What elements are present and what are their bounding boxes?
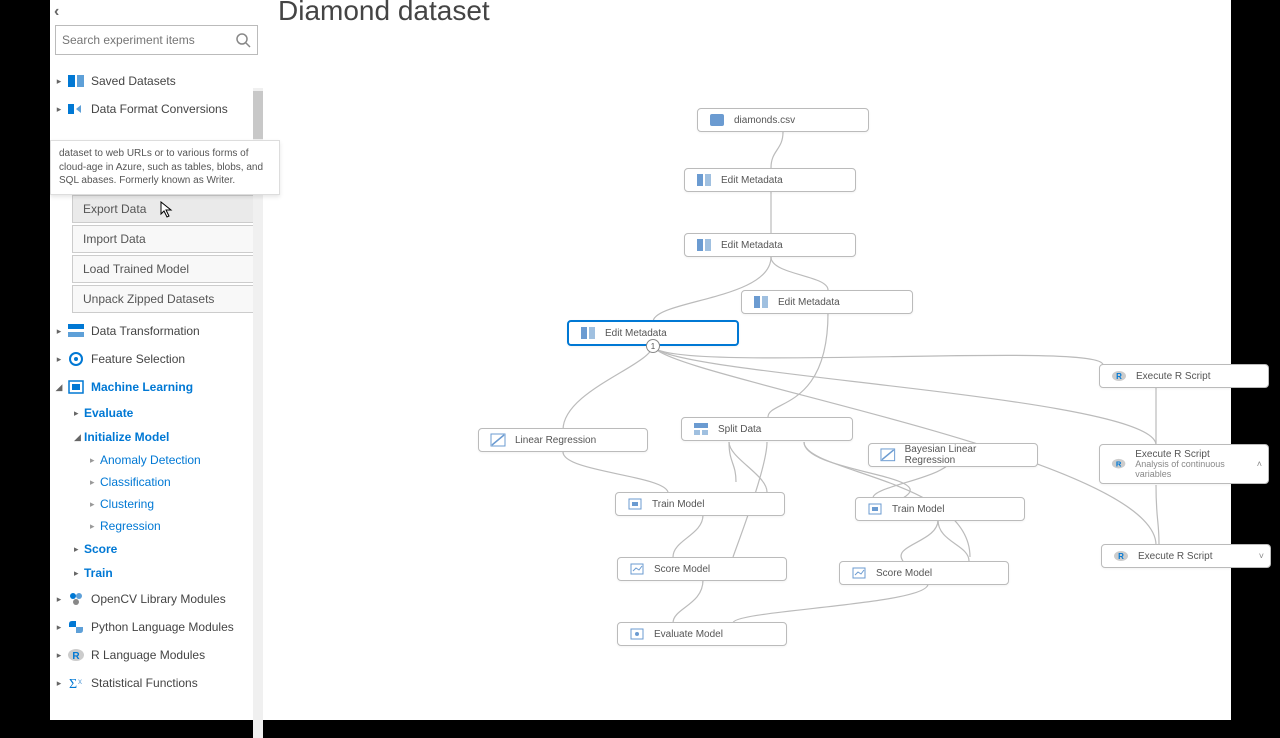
expand-icon: ▸ [54,622,64,633]
svg-text:x: x [78,677,82,686]
dataset-icon [708,112,726,128]
port-badge: 1 [646,339,660,353]
tree-category-statistical[interactable]: ▸ Σx Statistical Functions [50,669,263,697]
node-execute-r-3[interactable]: R Execute R Script ˅ [1101,544,1271,568]
metadata-icon [695,172,713,188]
ml-initialize-model[interactable]: ◢Initialize Model [72,425,263,449]
node-score-model-2[interactable]: Score Model [839,561,1009,585]
scrollbar-thumb[interactable] [253,91,263,139]
regression-icon [489,432,507,448]
ml-score[interactable]: ▸Score [72,537,263,561]
expand-icon: ▸ [74,544,84,555]
metadata-icon [752,294,770,310]
r-icon: R [66,646,86,664]
ml-classification[interactable]: ▸Classification [88,471,263,493]
node-execute-r-2[interactable]: R Execute R ScriptAnalysis of continuous… [1099,444,1269,484]
expand-icon: ▸ [54,104,64,115]
tooltip: dataset to web URLs or to various forms … [50,140,280,195]
python-icon [66,618,86,636]
module-load-trained-model[interactable]: Load Trained Model⋮ [72,255,263,283]
page-title: Diamond dataset [278,0,490,27]
stats-icon: Σx [66,674,86,692]
node-edit-metadata-2[interactable]: Edit Metadata [684,233,856,257]
ml-regression[interactable]: ▸Regression [88,515,263,537]
node-execute-r-1[interactable]: R Execute R Script [1099,364,1269,388]
expand-icon: ▸ [74,408,84,419]
r-script-icon: R [1112,548,1130,564]
search-input[interactable] [62,33,235,47]
score-icon [850,565,868,581]
svg-text:R: R [72,651,80,662]
module-export-data[interactable]: Export Data⋮ [72,195,263,223]
tree-category-data-format[interactable]: ▸ Data Format Conversions [50,95,263,123]
node-linear-regression[interactable]: Linear Regression [478,428,648,452]
node-bayesian-regression[interactable]: Bayesian Linear Regression [868,443,1038,467]
sidebar: ▸ Saved Datasets ▸ Data Format Conversio… [50,25,263,720]
convert-icon [66,100,86,118]
ml-clustering[interactable]: ▸Clustering [88,493,263,515]
tree-category-python[interactable]: ▸ Python Language Modules [50,613,263,641]
svg-text:R: R [1116,460,1122,469]
evaluate-icon [628,626,646,642]
node-split-data[interactable]: Split Data [681,417,853,441]
tree-category-r[interactable]: ▸ R R Language Modules [50,641,263,669]
expand-icon: ▸ [54,326,64,337]
node-score-model-1[interactable]: Score Model [617,557,787,581]
expand-icon: ▸ [90,477,100,488]
ml-anomaly[interactable]: ▸Anomaly Detection [88,449,263,471]
node-diamonds-csv[interactable]: diamonds.csv [697,108,869,132]
node-edit-metadata-3[interactable]: Edit Metadata [741,290,913,314]
ml-train[interactable]: ▸Train [72,561,263,585]
search-box[interactable] [55,25,258,55]
expand-icon: ▸ [54,650,64,661]
node-train-model-1[interactable]: Train Model [615,492,785,516]
opencv-icon [66,590,86,608]
score-icon [628,561,646,577]
svg-text:R: R [1118,552,1124,561]
r-script-icon: R [1110,368,1128,384]
tree-category-saved-datasets[interactable]: ▸ Saved Datasets [50,67,263,95]
collapse-icon: ◢ [74,432,84,443]
feature-icon [66,350,86,368]
node-edit-metadata-1[interactable]: Edit Metadata [684,168,856,192]
search-icon[interactable] [235,32,251,48]
expand-icon: ▸ [54,76,64,87]
tree-category-feature-selection[interactable]: ▸ Feature Selection [50,345,263,373]
ml-evaluate[interactable]: ▸Evaluate [72,401,263,425]
train-icon [626,496,644,512]
expand-icon: ▸ [54,678,64,689]
chevron-down-icon[interactable]: ˅ [1259,551,1264,561]
collapse-icon: ◢ [54,382,64,393]
train-icon [866,501,884,517]
module-import-data[interactable]: Import Data⋮ [72,225,263,253]
svg-text:Σ: Σ [69,677,77,692]
module-tree: ▸ Saved Datasets ▸ Data Format Conversio… [50,67,263,697]
r-script-icon: R [1110,456,1127,472]
node-evaluate-model[interactable]: Evaluate Model [617,622,787,646]
split-icon [692,421,710,437]
dataset-icon [66,72,86,90]
experiment-canvas[interactable]: Diamond dataset [263,0,1231,720]
tree-category-data-transformation[interactable]: ▸ Data Transformation [50,317,263,345]
module-unpack-zipped[interactable]: Unpack Zipped Datasets⋮ [72,285,263,313]
io-subitems: Export Data⋮ Import Data⋮ Load Trained M… [72,195,263,313]
metadata-icon [695,237,713,253]
expand-icon: ▸ [54,594,64,605]
expand-icon: ▸ [90,455,100,466]
tree-category-machine-learning[interactable]: ◢ Machine Learning [50,373,263,401]
expand-icon: ▸ [54,354,64,365]
tree-category-opencv[interactable]: ▸ OpenCV Library Modules [50,585,263,613]
expand-icon: ▸ [90,499,100,510]
regression-icon [879,447,897,463]
node-train-model-2[interactable]: Train Model [855,497,1025,521]
node-edit-metadata-4[interactable]: Edit Metadata 1 [567,320,739,346]
metadata-icon [579,325,597,341]
ml-icon [66,378,86,396]
expand-icon: ▸ [74,568,84,579]
back-button[interactable]: ‹ [54,3,59,21]
transform-icon [66,322,86,340]
chevron-up-icon[interactable]: ˄ [1257,459,1262,469]
expand-icon: ▸ [90,521,100,532]
svg-text:R: R [1116,372,1122,381]
